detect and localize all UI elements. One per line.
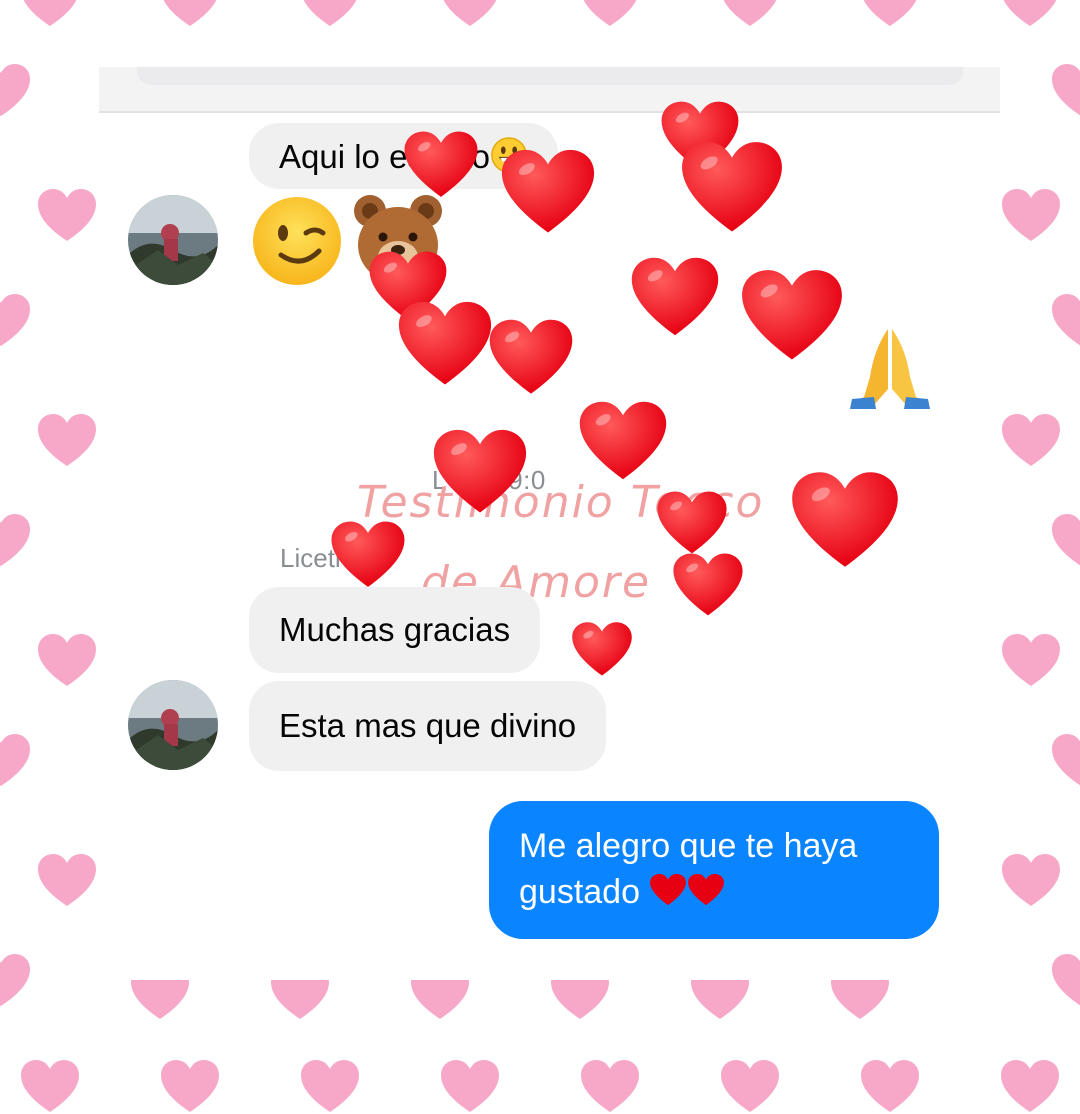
pink-heart-icon	[1050, 62, 1080, 118]
pink-heart-icon	[999, 0, 1061, 28]
red-heart-icon	[656, 490, 728, 555]
pink-heart-icon	[439, 1058, 501, 1114]
message-text: Muchas gracias	[279, 611, 511, 648]
incoming-message-bubble[interactable]: Muchas gracias	[249, 587, 541, 673]
outgoing-message-bubble[interactable]: Me alegro que te haya gustado	[489, 801, 939, 939]
red-heart-icon	[649, 873, 687, 907]
pink-heart-icon	[0, 952, 32, 1008]
pink-heart-icon	[36, 852, 98, 908]
pink-heart-icon	[159, 0, 221, 28]
pink-heart-icon	[0, 732, 32, 788]
message-input-bar	[99, 67, 1000, 113]
folded-hands-icon	[844, 319, 936, 411]
contact-avatar[interactable]	[128, 195, 218, 285]
pink-heart-icon	[0, 292, 32, 348]
red-heart-icon	[578, 400, 668, 481]
red-heart-icon	[397, 300, 493, 386]
pink-heart-icon	[299, 0, 361, 28]
pink-heart-icon	[719, 0, 781, 28]
red-heart-icon	[500, 148, 596, 234]
pink-heart-icon	[439, 0, 501, 28]
red-heart-icon	[403, 130, 479, 198]
message-text-line-2: gustado	[519, 873, 640, 911]
winking-face-icon	[251, 195, 343, 287]
pink-heart-icon	[579, 0, 641, 28]
message-text-line-2-row: gustado	[519, 869, 909, 915]
red-heart-icon	[687, 873, 725, 907]
pink-heart-icon	[1000, 187, 1062, 243]
pink-heart-icon	[0, 512, 32, 568]
message-text: Esta mas que divino	[279, 707, 577, 744]
pink-heart-icon	[1050, 952, 1080, 1008]
pink-heart-icon	[719, 1058, 781, 1114]
pink-heart-icon	[36, 632, 98, 688]
pink-heart-icon	[1050, 512, 1080, 568]
pink-heart-icon	[1000, 412, 1062, 468]
input-bar-edge	[137, 67, 963, 85]
pink-heart-icon	[1000, 852, 1062, 908]
pink-heart-icon	[19, 0, 81, 28]
pink-heart-icon	[159, 1058, 221, 1114]
red-heart-icon	[740, 268, 844, 362]
red-heart-icon	[571, 621, 633, 677]
chat-screenshot: Aqui lo espero LUN 19:0 Testimonio Tocco…	[99, 67, 1000, 980]
red-heart-icon	[790, 470, 900, 569]
pink-heart-icon	[1050, 292, 1080, 348]
pink-heart-icon	[299, 1058, 361, 1114]
contact-avatar[interactable]	[128, 680, 218, 770]
red-heart-icon	[630, 256, 720, 337]
red-heart-icon	[330, 520, 406, 588]
red-heart-icon	[680, 140, 784, 234]
pink-heart-icon	[1000, 632, 1062, 688]
red-heart-icon	[672, 552, 744, 617]
pink-heart-icon	[0, 62, 32, 118]
red-heart-icon	[488, 318, 574, 395]
pink-heart-icon	[1050, 732, 1080, 788]
red-heart-icon	[432, 428, 528, 514]
pink-heart-icon	[579, 1058, 641, 1114]
pink-heart-icon	[859, 0, 921, 28]
pink-heart-icon	[999, 1058, 1061, 1114]
pink-heart-icon	[19, 1058, 81, 1114]
pink-heart-icon	[36, 412, 98, 468]
pink-heart-icon	[859, 1058, 921, 1114]
incoming-message-bubble[interactable]: Esta mas que divino	[249, 681, 607, 771]
pink-heart-icon	[36, 187, 98, 243]
message-text-line-1: Me alegro que te haya	[519, 827, 858, 865]
